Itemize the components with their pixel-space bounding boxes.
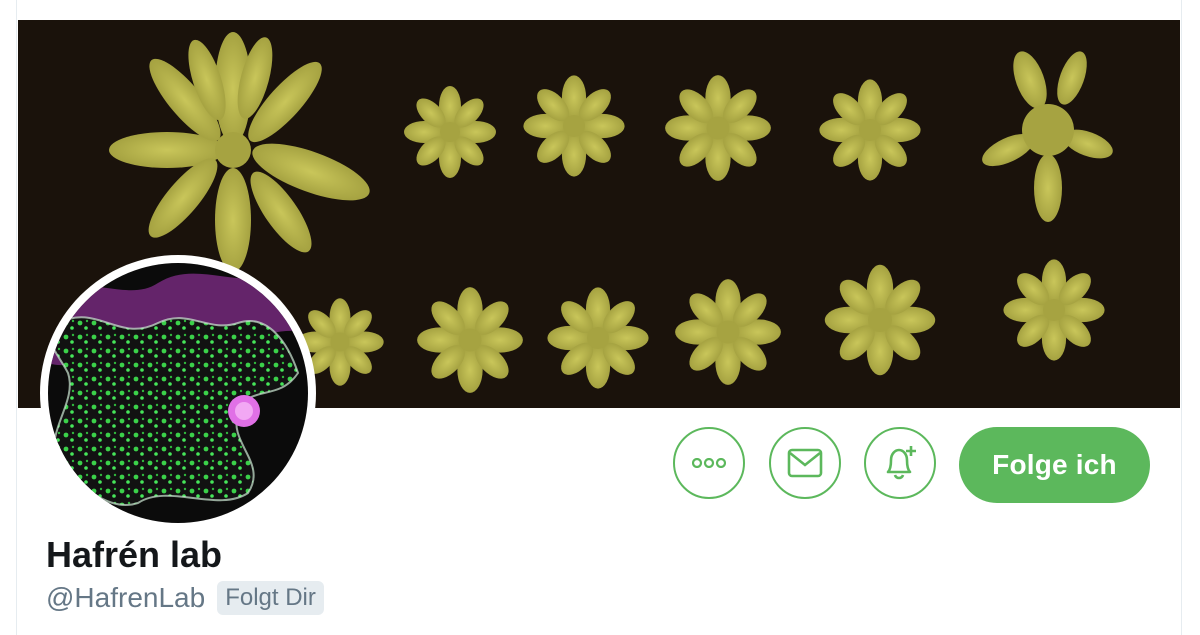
follows-you-badge: Folgt Dir: [217, 581, 324, 615]
top-divider: [17, 0, 1181, 20]
profile-name: Hafrén lab: [46, 534, 223, 575]
more-dots-icon: [692, 458, 726, 468]
avatar-image: [48, 263, 308, 523]
bell-plus-icon: [886, 446, 916, 480]
handle-row: @HafrenLab Folgt Dir: [46, 580, 324, 616]
message-button[interactable]: [769, 427, 841, 499]
envelope-icon: [787, 448, 823, 478]
follow-button[interactable]: Folge ich: [959, 427, 1150, 503]
notify-button[interactable]: [864, 427, 936, 499]
more-button[interactable]: [673, 427, 745, 499]
profile-avatar[interactable]: [40, 255, 316, 531]
profile-handle: @HafrenLab: [46, 582, 206, 613]
